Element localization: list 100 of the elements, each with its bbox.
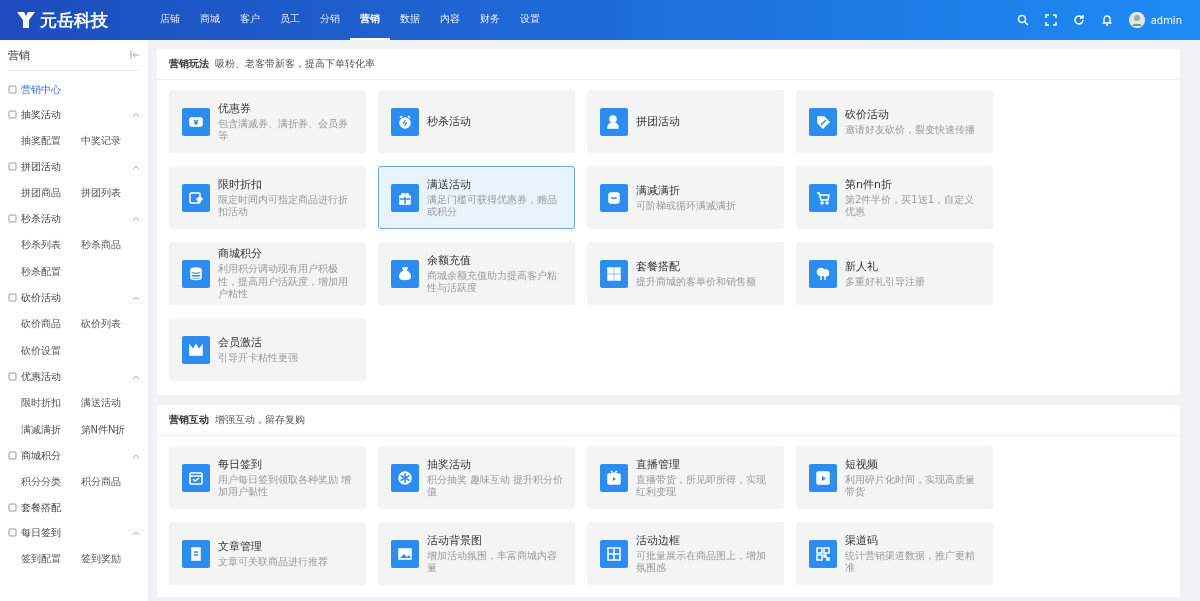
feature-card[interactable]: 新人礼 多重好礼引导注册 xyxy=(796,242,993,305)
sidebar-item[interactable]: 签到配置 xyxy=(21,545,81,572)
nav-tab[interactable]: 数据 xyxy=(390,0,430,40)
refresh-icon[interactable] xyxy=(1072,14,1085,26)
feature-card[interactable]: 优惠券 包含满减券、满折券、会员券等 xyxy=(169,90,366,153)
chevron-icon[interactable] xyxy=(132,215,140,222)
sidebar-group[interactable]: 商城积分 xyxy=(21,448,61,463)
chevron-icon[interactable] xyxy=(132,373,140,380)
feature-card[interactable]: 活动背景图 增加活动氛围，丰富商城内容量 xyxy=(378,522,575,585)
sidebar-link[interactable]: 营销中心 xyxy=(21,82,61,97)
sidebar-item[interactable]: 满送活动 xyxy=(80,389,140,416)
sidebar-item[interactable]: 拼团列表 xyxy=(80,179,140,206)
gift-icon xyxy=(391,183,419,212)
nav-tab[interactable]: 店铺 xyxy=(150,0,190,40)
feature-card[interactable]: 抽奖活动 积分抽奖 趣味互动 提升积分价值 xyxy=(378,446,575,509)
image-icon xyxy=(391,539,419,568)
feature-card[interactable]: 直播管理 直播带货，所见即所得，实现红利变现 xyxy=(587,446,784,509)
feature-card[interactable]: 文章管理 文章可关联商品进行推荐 xyxy=(169,522,366,585)
snowflake-icon xyxy=(391,463,419,492)
sidebar-group[interactable]: 抽奖活动 xyxy=(21,107,61,122)
nav-tab[interactable]: 客户 xyxy=(230,0,270,40)
qr-code-icon xyxy=(809,539,837,568)
feature-card[interactable]: 拼团活动 xyxy=(587,90,784,153)
sidebar-item[interactable]: 砍价商品 xyxy=(21,310,81,337)
card-title: 抽奖活动 xyxy=(427,456,472,472)
nav-tab[interactable]: 内容 xyxy=(430,0,470,40)
card-title: 直播管理 xyxy=(636,456,681,472)
chevron-icon[interactable] xyxy=(132,294,140,301)
feature-card[interactable]: 秒杀活动 xyxy=(378,90,575,153)
feature-card[interactable]: 套餐搭配 提升商城的客单价和销售额 xyxy=(587,242,784,305)
sidebar-group[interactable]: 优惠活动 xyxy=(21,369,61,384)
sidebar-item[interactable]: 秒杀配置 xyxy=(21,258,81,285)
nav-tab[interactable]: 商城 xyxy=(190,0,230,40)
sidebar-item[interactable]: 抽奖配置 xyxy=(21,127,81,154)
sidebar-item[interactable]: 秒杀列表 xyxy=(21,231,81,258)
chevron-icon[interactable] xyxy=(132,163,140,170)
sidebar-group[interactable]: 拼团活动 xyxy=(21,159,61,174)
feature-card[interactable]: 商城积分 利用积分调动现有用户积极性，提高用户活跃度，增加用户粘性 xyxy=(169,242,366,305)
feature-card[interactable]: 会员激活 引导开卡粘性更强 xyxy=(169,318,366,381)
shopping-bag-icon xyxy=(600,183,628,212)
nav-tab[interactable]: 员工 xyxy=(270,0,310,40)
sidebar-item[interactable]: 满减满折 xyxy=(21,416,81,443)
nav-tab[interactable]: 财务 xyxy=(470,0,510,40)
feature-card[interactable]: 第n件n折 第2件半价，买1送1，自定义优惠 xyxy=(796,166,993,229)
feature-card[interactable]: 每日签到 用户每日签到领取各种奖励 增加用户黏性 xyxy=(169,446,366,509)
card-description: 增加活动氛围，丰富商城内容量 xyxy=(427,549,558,575)
chevron-icon[interactable] xyxy=(132,111,140,118)
bell-icon[interactable] xyxy=(1100,14,1113,26)
nav-tab[interactable]: 分销 xyxy=(310,0,350,40)
sidebar-item[interactable]: 积分商品 xyxy=(80,468,140,495)
sidebar-item[interactable]: 秒杀商品 xyxy=(80,231,140,258)
balloon-icon xyxy=(809,259,837,288)
section-title: 营销玩法 xyxy=(169,57,209,71)
cart-icon xyxy=(809,183,837,212)
card-title: 余额充值 xyxy=(427,252,472,268)
collapse-icon[interactable] xyxy=(130,50,140,60)
card-description: 用户每日签到领取各种奖励 增加用户黏性 xyxy=(218,473,353,499)
feature-card[interactable]: 满减满折 可阶梯或循环满减满折 xyxy=(587,166,784,229)
user-name[interactable]: admin xyxy=(1150,14,1182,26)
feature-card[interactable]: 渠道码 统计营销渠道数据，推广更精准 xyxy=(796,522,993,585)
sidebar-item[interactable]: 中奖记录 xyxy=(80,127,140,154)
feature-card[interactable]: 活动边框 可批量展示在商品图上，增加氛围感 xyxy=(587,522,784,585)
search-icon[interactable] xyxy=(1016,14,1029,26)
sidebar-item[interactable]: 砍价设置 xyxy=(21,337,81,364)
sidebar-item[interactable]: 第N件N折 xyxy=(80,416,140,443)
feature-card[interactable]: 余额充值 商城余额充值助力提高客户粘性与活跃度 xyxy=(378,242,575,305)
frame-icon xyxy=(600,539,628,568)
card-title: 活动背景图 xyxy=(427,532,483,548)
sidebar-item[interactable]: 积分分类 xyxy=(21,468,81,495)
fullscreen-icon[interactable] xyxy=(1044,14,1057,26)
nav-tab[interactable]: 营销 xyxy=(350,0,390,40)
feature-card[interactable]: 短视频 利用碎片化时间，实现高质量带货 xyxy=(796,446,993,509)
feature-card[interactable]: 限时折扣 限定时间内可指定商品进行折扣活动 xyxy=(169,166,366,229)
sidebar-link[interactable]: 套餐搭配 xyxy=(21,500,61,515)
avatar-icon[interactable] xyxy=(1128,12,1145,28)
feature-card[interactable]: 满送活动 满足门槛可获得优惠券，赠品或积分 xyxy=(378,166,575,229)
card-description: 利用积分调动现有用户积极性，提高用户活跃度，增加用户粘性 xyxy=(218,263,349,301)
card-title: 限时折扣 xyxy=(218,176,263,192)
sidebar-item[interactable]: 拼团商品 xyxy=(21,179,81,206)
document-icon xyxy=(182,539,210,568)
logo-text: 元岳科技 xyxy=(40,8,108,32)
card-title: 砍价活动 xyxy=(845,106,890,122)
section-subtitle: 增强互动，留存复购 xyxy=(215,413,305,427)
card-description: 积分抽奖 趣味互动 提升积分价值 xyxy=(427,473,565,499)
feature-card[interactable]: 砍价活动 邀请好友砍价，裂变快速传播 xyxy=(796,90,993,153)
sidebar-item[interactable]: 限时折扣 xyxy=(21,389,81,416)
card-title: 拼团活动 xyxy=(636,114,680,129)
card-description: 邀请好友砍价，裂变快速传播 xyxy=(845,123,975,137)
nav-tab[interactable]: 设置 xyxy=(510,0,550,40)
card-description: 包含满减券、满折券、会员券等 xyxy=(218,117,349,143)
sidebar-item[interactable]: 砍价列表 xyxy=(80,310,140,337)
sidebar-group[interactable]: 砍价活动 xyxy=(21,290,61,305)
sidebar-group[interactable]: 秒杀活动 xyxy=(21,211,61,226)
chevron-icon[interactable] xyxy=(132,529,140,536)
card-title: 文章管理 xyxy=(218,538,263,554)
ticket-icon xyxy=(182,107,210,136)
sidebar-group[interactable]: 每日签到 xyxy=(21,525,61,540)
sidebar-item[interactable]: 签到奖励 xyxy=(80,545,140,572)
money-bag-icon xyxy=(391,259,419,288)
chevron-icon[interactable] xyxy=(132,452,140,459)
